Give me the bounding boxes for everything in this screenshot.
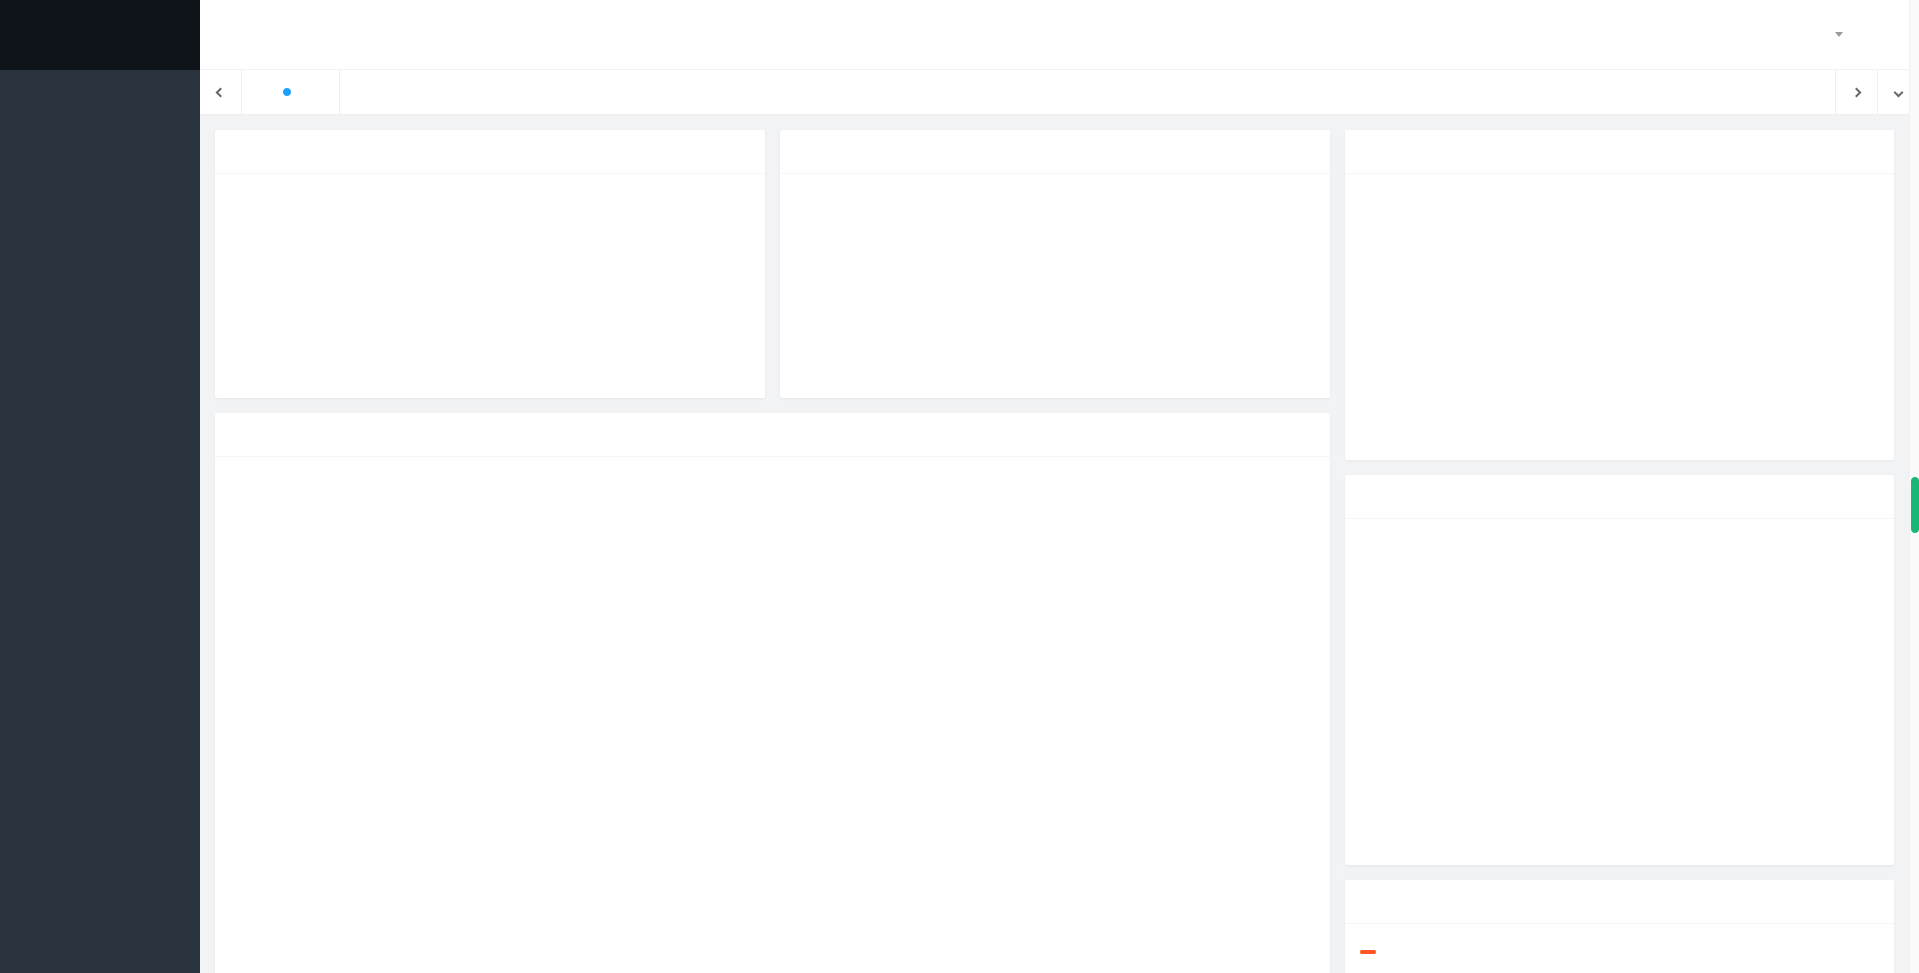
tab-bar xyxy=(200,70,1919,115)
tab-home[interactable] xyxy=(242,70,340,114)
content-left-column xyxy=(215,130,1330,958)
announcement-card-header xyxy=(1345,130,1894,174)
announcement-list xyxy=(1345,174,1894,180)
stats-card-header xyxy=(215,130,765,174)
active-tab-dot xyxy=(283,88,291,96)
logo[interactable] xyxy=(0,0,200,70)
user-dropdown[interactable] xyxy=(1814,0,1857,69)
chart-card-header xyxy=(215,413,1330,457)
quick-card-header xyxy=(780,130,1330,174)
content-right-column xyxy=(1345,130,1894,958)
fullscreen-button[interactable] xyxy=(1770,0,1814,69)
quick-entry-grid xyxy=(780,174,1330,200)
app-window xyxy=(0,0,1919,973)
caret-down-icon xyxy=(1835,32,1843,37)
scrollbar[interactable] xyxy=(1909,0,1919,973)
chevron-down-icon xyxy=(1894,87,1904,97)
tabs-scroll-left-button[interactable] xyxy=(200,70,242,114)
sidebar-menu xyxy=(0,70,200,76)
tabs-empty-space xyxy=(340,70,1835,114)
author-card xyxy=(1345,880,1894,973)
scrollbar-thumb[interactable] xyxy=(1911,477,1919,533)
tabs-scroll-right-button[interactable] xyxy=(1835,70,1877,114)
stats-card xyxy=(215,130,765,398)
sidebar xyxy=(0,0,200,973)
clear-cache-button[interactable] xyxy=(1726,0,1770,69)
refresh-button[interactable] xyxy=(1682,0,1726,69)
main-area xyxy=(200,0,1919,973)
chart-legend xyxy=(215,470,1330,490)
stats-grid xyxy=(215,174,765,200)
line-chart xyxy=(233,498,1313,968)
version-body xyxy=(1345,519,1894,549)
top-cards-row xyxy=(215,130,1330,398)
author-badge-row xyxy=(1360,936,1879,963)
menu-collapse-button[interactable] xyxy=(200,0,260,69)
chevron-left-icon xyxy=(216,87,226,97)
announcement-card xyxy=(1345,130,1894,460)
version-card xyxy=(1345,475,1894,865)
author-card-header xyxy=(1345,880,1894,924)
quick-entry-card xyxy=(780,130,1330,398)
header xyxy=(200,0,1919,70)
version-card-header xyxy=(1345,475,1894,519)
header-actions xyxy=(1682,0,1919,69)
content-area xyxy=(200,115,1919,973)
more-menu-button[interactable] xyxy=(1857,0,1901,69)
author-line2 xyxy=(1360,963,1879,973)
chevron-right-icon xyxy=(1852,87,1862,97)
layui-doc-badge[interactable] xyxy=(1360,950,1376,954)
author-body xyxy=(1345,924,1894,973)
report-chart-card xyxy=(215,413,1330,973)
